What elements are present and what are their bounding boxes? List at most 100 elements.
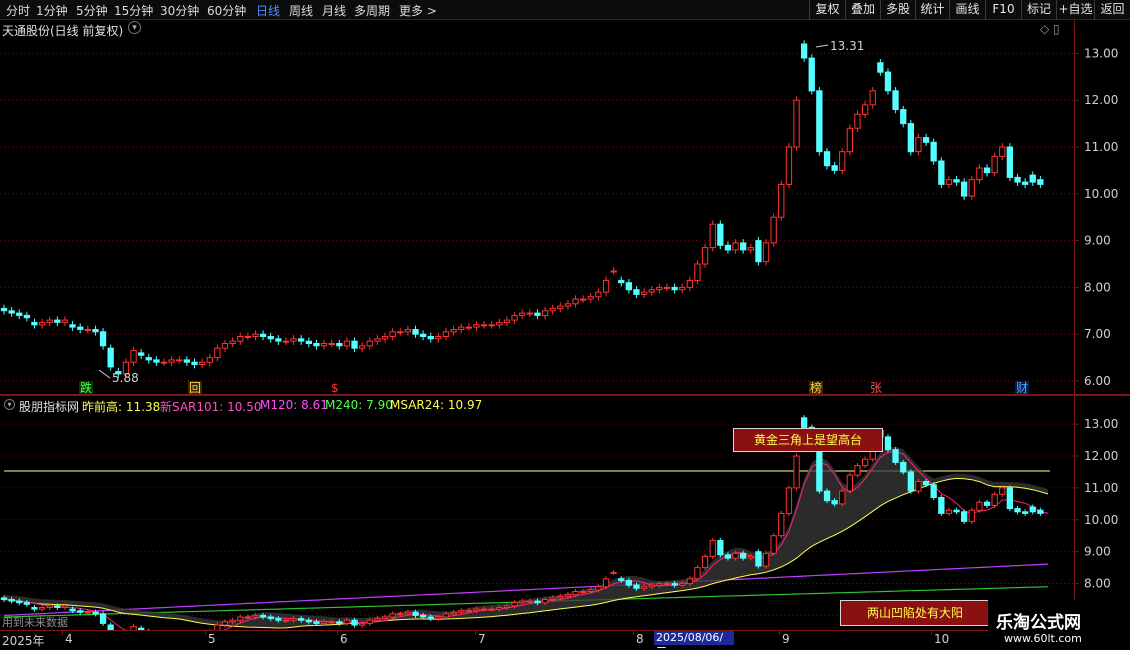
sub-candle-79 (602, 578, 610, 588)
sub-candle-102 (778, 512, 785, 537)
sub-candle-5 (39, 607, 46, 610)
sub-candle-134 (1022, 511, 1029, 514)
main-candle-52 (397, 331, 404, 334)
main-candle-72 (549, 307, 556, 312)
sub-candle-0 (0, 597, 8, 601)
main-candle-9 (69, 324, 76, 328)
main-candle-33 (252, 333, 259, 338)
main-candle-90 (686, 279, 694, 288)
sub-candle-70 (534, 600, 541, 604)
main-candle-21 (160, 361, 168, 364)
main-candle-125 (953, 179, 960, 183)
sub-candle-91 (694, 567, 701, 580)
main-candle-83 (633, 289, 640, 295)
sub-candle-83 (633, 584, 640, 589)
kline-chart[interactable]: 13.00 12.00 11.00 10.00 9.00 8.00 7.00 6.00 13.0… (0, 0, 1130, 630)
sub-axis-label-4: 9.00 (1084, 545, 1111, 559)
main-candle-110 (839, 151, 846, 171)
sub-candle-84 (641, 586, 648, 589)
xaxis-label-1: 4 (65, 632, 73, 646)
main-candle-84 (641, 291, 648, 295)
sub-axis-label-5: 8.00 (1084, 577, 1111, 591)
future-data-note: 用到未来数据 (2, 616, 68, 629)
annotation-box-top: 黄金三角上是望高台 (733, 428, 883, 452)
sub-candle-129 (983, 501, 991, 506)
sub-candle-31 (237, 616, 244, 621)
main-candle-87 (663, 286, 671, 289)
main-candle-98 (747, 247, 755, 251)
xaxis-label-6: 9 (782, 632, 790, 646)
indicator-sar: 新SAR101: 10.50 (160, 400, 262, 414)
high-pointer (815, 44, 829, 48)
sub-axis-label-2: 11.00 (1084, 481, 1118, 495)
main-candle-88 (671, 286, 678, 291)
main-candle-8 (61, 319, 69, 323)
event-marker-1: 回 (189, 381, 201, 395)
sub-candle-75 (572, 591, 579, 596)
sub-candle-90 (686, 578, 694, 585)
sub-candle-8 (61, 605, 69, 609)
sub-candle-128 (976, 501, 983, 511)
indicator-name: 股朋指标网 (19, 400, 80, 414)
main-candle-12 (92, 329, 99, 333)
sub-candle-81 (618, 578, 625, 581)
sub-candle-104 (793, 455, 800, 489)
main-candle-80 (610, 270, 617, 273)
sub-candle-77 (587, 589, 594, 593)
main-candle-49 (374, 338, 381, 342)
main-candle-134 (1022, 181, 1029, 185)
sub-candle-13 (99, 613, 107, 624)
sub-candle-48 (366, 619, 373, 624)
main-axis-label-0: 13.00 (1084, 46, 1118, 60)
sub-candle-82 (625, 579, 633, 586)
main-candle-114 (869, 90, 876, 106)
main-candle-58 (442, 331, 450, 337)
main-candle-129 (983, 167, 991, 174)
sub-candle-86 (656, 583, 663, 586)
sub-candle-96 (732, 552, 739, 559)
sub-candle-127 (968, 509, 975, 522)
sub-candle-34 (259, 614, 267, 618)
indicator-menu-icon[interactable]: ▾ (4, 399, 15, 410)
low-price-label: 5.88 (112, 371, 139, 385)
main-candle-61 (465, 326, 473, 329)
sub-candle-74 (564, 594, 572, 597)
sub-candle-107 (816, 449, 823, 492)
main-candle-89 (679, 286, 686, 291)
sub-candle-57 (435, 616, 442, 620)
main-candle-70 (534, 312, 541, 316)
sub-candle-124 (945, 509, 953, 514)
main-candle-56 (427, 336, 434, 340)
main-candle-127 (968, 179, 975, 197)
main-candle-99 (755, 240, 762, 263)
main-candle-122 (930, 141, 937, 162)
sub-candle-66 (503, 605, 511, 609)
main-candle-79 (602, 279, 610, 293)
sub-candle-97 (740, 552, 747, 559)
main-candle-36 (275, 338, 282, 342)
main-axis-label-6: 7.00 (1084, 327, 1111, 341)
sub-candle-36 (275, 618, 282, 621)
sub-candle-63 (480, 608, 488, 611)
sub-candle-9 (69, 608, 76, 612)
main-candle-116 (884, 71, 892, 92)
main-candle-22 (168, 359, 175, 363)
sub-candle-72 (549, 597, 556, 601)
sub-candle-122 (930, 484, 937, 499)
main-candle-53 (404, 329, 412, 333)
sub-candle-33 (252, 614, 259, 618)
diamond-icon[interactable]: ◇ ▯ (1040, 22, 1060, 36)
main-candle-17 (130, 350, 137, 363)
main-candle-18 (138, 352, 145, 356)
main-candle-62 (473, 324, 480, 328)
sub-candle-121 (922, 481, 930, 486)
sub-candle-4 (31, 607, 38, 610)
sub-candle-12 (92, 611, 99, 615)
sub-candle-45 (343, 619, 351, 624)
sub-candle-123 (938, 497, 945, 514)
title-menu-icon[interactable]: ▾ (128, 21, 141, 34)
main-candle-63 (480, 324, 488, 327)
main-candle-42 (320, 343, 328, 347)
main-candle-55 (420, 333, 427, 338)
sub-candle-38 (290, 618, 297, 621)
